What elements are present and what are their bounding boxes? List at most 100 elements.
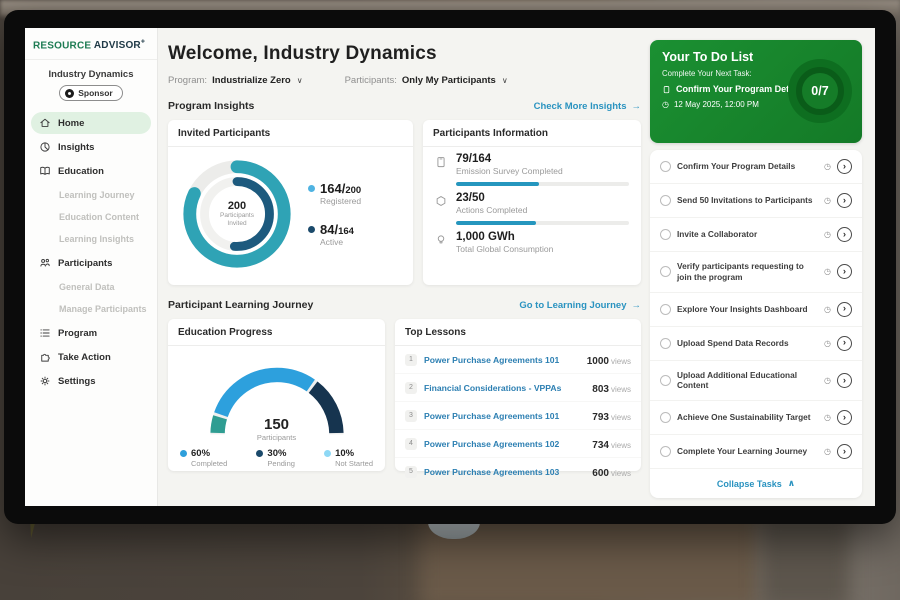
legend-dot <box>308 185 315 192</box>
collapse-tasks-link[interactable]: Collapse Tasks ∧ <box>650 469 862 498</box>
sidebar-item-learning-journey[interactable]: Learning Journey <box>25 184 157 206</box>
sidebar-item-learning-insights[interactable]: Learning Insights <box>25 228 157 250</box>
go-to-learning-journey-link[interactable]: Go to Learning Journey → <box>519 300 641 311</box>
program-insights-header: Program Insights Check More Insights → <box>168 100 641 112</box>
task-row[interactable]: Confirm Your Program Details ◷ › <box>650 150 862 184</box>
lesson-rank: 1 <box>405 354 417 366</box>
task-checkbox[interactable] <box>660 304 671 315</box>
task-open-button[interactable]: › <box>837 410 852 425</box>
task-open-button[interactable]: › <box>837 227 852 242</box>
lesson-title-link[interactable]: Power Purchase Agreements 103 <box>424 467 585 477</box>
check-more-insights-link[interactable]: Check More Insights → <box>534 101 641 112</box>
task-row[interactable]: Explore Your Insights Dashboard ◷ › <box>650 293 862 327</box>
lesson-row[interactable]: 5 Power Purchase Agreements 103 600views <box>395 458 641 485</box>
lesson-row[interactable]: 4 Power Purchase Agreements 102 734views <box>395 430 641 458</box>
lesson-title-link[interactable]: Power Purchase Agreements 101 <box>424 355 580 365</box>
logo-part-resource: RESOURCE <box>33 40 91 51</box>
organization-name: Industry Dynamics <box>25 69 157 80</box>
legend-dot <box>308 226 315 233</box>
sponsor-icon <box>65 89 74 98</box>
task-checkbox[interactable] <box>660 446 671 457</box>
task-open-button[interactable]: › <box>837 264 852 279</box>
home-icon <box>39 117 51 129</box>
clock-icon: ◷ <box>824 376 831 385</box>
task-row[interactable]: Upload Additional Educational Content ◷ … <box>650 361 862 402</box>
todo-tasks-card: Confirm Your Program Details ◷ › Send 50… <box>650 150 862 498</box>
task-row[interactable]: Verify participants requesting to join t… <box>650 252 862 293</box>
task-row[interactable]: Upload Spend Data Records ◷ › <box>650 327 862 361</box>
task-checkbox[interactable] <box>660 412 671 423</box>
task-open-button[interactable]: › <box>837 302 852 317</box>
chevron-down-icon: ∨ <box>502 76 508 85</box>
task-checkbox[interactable] <box>660 229 671 240</box>
sidebar-item-education-content[interactable]: Education Content <box>25 206 157 228</box>
legend-registered: 164/200 Registered <box>308 181 361 206</box>
participants-dropdown[interactable]: Participants: Only My Participants ∨ <box>345 75 508 86</box>
sidebar-item-manage-participants[interactable]: Manage Participants <box>25 298 157 320</box>
sidebar-item-label: Program <box>58 328 97 339</box>
card-title: Education Progress <box>168 319 385 346</box>
take-action-icon <box>39 351 51 363</box>
task-open-button[interactable]: › <box>837 159 852 174</box>
task-row[interactable]: Achieve One Sustainability Target ◷ › <box>650 401 862 435</box>
lesson-title-link[interactable]: Power Purchase Agreements 101 <box>424 411 585 421</box>
legend-dot <box>180 450 187 457</box>
lesson-rank: 3 <box>405 410 417 422</box>
task-checkbox[interactable] <box>660 375 671 386</box>
todo-progress-value: 0/7 <box>811 84 828 98</box>
todo-summary-card: Your To Do List Complete Your Next Task:… <box>650 40 862 143</box>
learning-journey-header: Participant Learning Journey Go to Learn… <box>168 299 641 311</box>
participants-information-card: Participants Information 79/164 Emission… <box>423 120 641 285</box>
sidebar-item-take-action[interactable]: Take Action <box>31 346 151 368</box>
sidebar-item-label: Participants <box>58 258 112 269</box>
sponsor-badge[interactable]: Sponsor <box>59 85 122 101</box>
page-title: Welcome, Industry Dynamics <box>168 43 641 65</box>
clock-icon: ◷ <box>824 447 831 456</box>
task-checkbox[interactable] <box>660 161 671 172</box>
task-checkbox[interactable] <box>660 338 671 349</box>
lesson-title-link[interactable]: Financial Considerations - VPPAs <box>424 383 585 393</box>
task-row[interactable]: Invite a Collaborator ◷ › <box>650 218 862 252</box>
todo-progress-ring: 0/7 <box>788 59 852 123</box>
legend-dot <box>256 450 263 457</box>
lesson-row[interactable]: 2 Financial Considerations - VPPAs 803vi… <box>395 374 641 402</box>
sidebar-item-program[interactable]: Program <box>31 322 151 344</box>
sidebar-item-education[interactable]: Education <box>31 160 151 182</box>
program-dropdown[interactable]: Program: Industrialize Zero ∨ <box>168 75 303 86</box>
donut-center-label: ParticipantsInvited <box>220 212 254 229</box>
lesson-row[interactable]: 1 Power Purchase Agreements 101 1000view… <box>395 346 641 374</box>
task-checkbox[interactable] <box>660 266 671 277</box>
logo-part-advisor: ADVISOR+ <box>94 40 145 51</box>
clock-icon: ◷ <box>824 196 831 205</box>
legend-active: 84/164 Active <box>308 222 361 247</box>
energy-icon <box>435 231 448 254</box>
task-open-button[interactable]: › <box>837 373 852 388</box>
clock-icon: ◷ <box>824 339 831 348</box>
legend-pending: 30% Pending <box>256 448 295 468</box>
sidebar-item-general-data[interactable]: General Data <box>25 276 157 298</box>
sidebar: RESOURCE ADVISOR+ Industry Dynamics Spon… <box>25 28 158 506</box>
task-open-button[interactable]: › <box>837 193 852 208</box>
lesson-title-link[interactable]: Power Purchase Agreements 102 <box>424 439 585 449</box>
sidebar-item-settings[interactable]: Settings <box>31 370 151 392</box>
screen: RESOURCE ADVISOR+ Industry Dynamics Spon… <box>25 28 875 506</box>
task-row[interactable]: Complete Your Learning Journey ◷ › <box>650 435 862 469</box>
task-open-button[interactable]: › <box>837 444 852 459</box>
stat-actions-completed: 23/50 Actions Completed <box>423 186 641 217</box>
lesson-rank: 5 <box>405 466 417 478</box>
gauge-center-label: Participants <box>192 433 362 442</box>
lesson-row[interactable]: 3 Power Purchase Agreements 101 793views <box>395 402 641 430</box>
todo-column: Your To Do List Complete Your Next Task:… <box>650 28 862 506</box>
sidebar-item-insights[interactable]: Insights <box>31 136 151 158</box>
task-open-button[interactable]: › <box>837 336 852 351</box>
lesson-rank: 4 <box>405 438 417 450</box>
sidebar-item-home[interactable]: Home <box>31 112 151 134</box>
sidebar-item-participants[interactable]: Participants <box>31 252 151 274</box>
participants-label: Participants: <box>345 75 397 86</box>
task-checkbox[interactable] <box>660 195 671 206</box>
legend-completed: 60% Completed <box>180 448 227 468</box>
program-label: Program: <box>168 75 207 86</box>
sidebar-item-label: Education <box>58 166 104 177</box>
task-row[interactable]: Send 50 Invitations to Participants ◷ › <box>650 184 862 218</box>
arrow-right-icon: → <box>632 300 642 311</box>
